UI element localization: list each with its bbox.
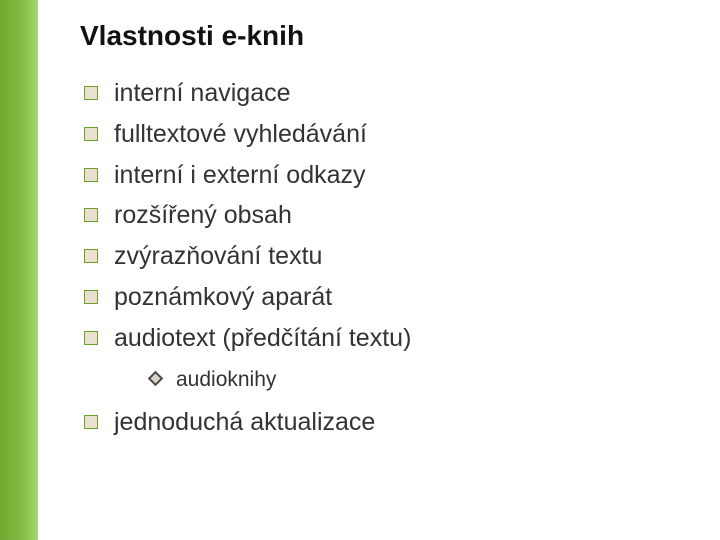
square-bullet-icon: [84, 249, 98, 263]
list-item: rozšířený obsah: [84, 196, 700, 235]
accent-sidebar: [0, 0, 38, 540]
diamond-bullet-icon: [148, 371, 164, 387]
slide-title: Vlastnosti e-knih: [80, 20, 700, 52]
slide-content: Vlastnosti e-knih interní navigace fullt…: [38, 0, 720, 540]
list-item-label: rozšířený obsah: [114, 201, 292, 229]
list-item-label: poznámkový aparát: [114, 283, 332, 311]
feature-sublist: audioknihy: [114, 363, 700, 397]
list-item: poznámkový aparát: [84, 278, 700, 317]
list-item-label: interní navigace: [114, 79, 291, 107]
list-item-label: zvýrazňování textu: [114, 242, 322, 270]
square-bullet-icon: [84, 208, 98, 222]
list-item: fulltextové vyhledávání: [84, 115, 700, 154]
square-bullet-icon: [84, 415, 98, 429]
square-bullet-icon: [84, 331, 98, 345]
list-item: audiotext (předčítání textu) audioknihy: [84, 319, 700, 397]
sublist-item-label: audioknihy: [176, 368, 276, 391]
list-item-label: fulltextové vyhledávání: [114, 120, 367, 148]
list-item: zvýrazňování textu: [84, 237, 700, 276]
list-item-label: jednoduchá aktualizace: [114, 408, 375, 436]
list-item-label: audiotext (předčítání textu): [114, 324, 411, 352]
list-item: jednoduchá aktualizace: [84, 403, 700, 442]
square-bullet-icon: [84, 168, 98, 182]
list-item: interní navigace: [84, 74, 700, 113]
square-bullet-icon: [84, 86, 98, 100]
feature-list: interní navigace fulltextové vyhledávání…: [80, 74, 700, 442]
sublist-item: audioknihy: [150, 363, 700, 397]
square-bullet-icon: [84, 127, 98, 141]
list-item: interní i externí odkazy: [84, 156, 700, 195]
list-item-label: interní i externí odkazy: [114, 161, 366, 189]
square-bullet-icon: [84, 290, 98, 304]
